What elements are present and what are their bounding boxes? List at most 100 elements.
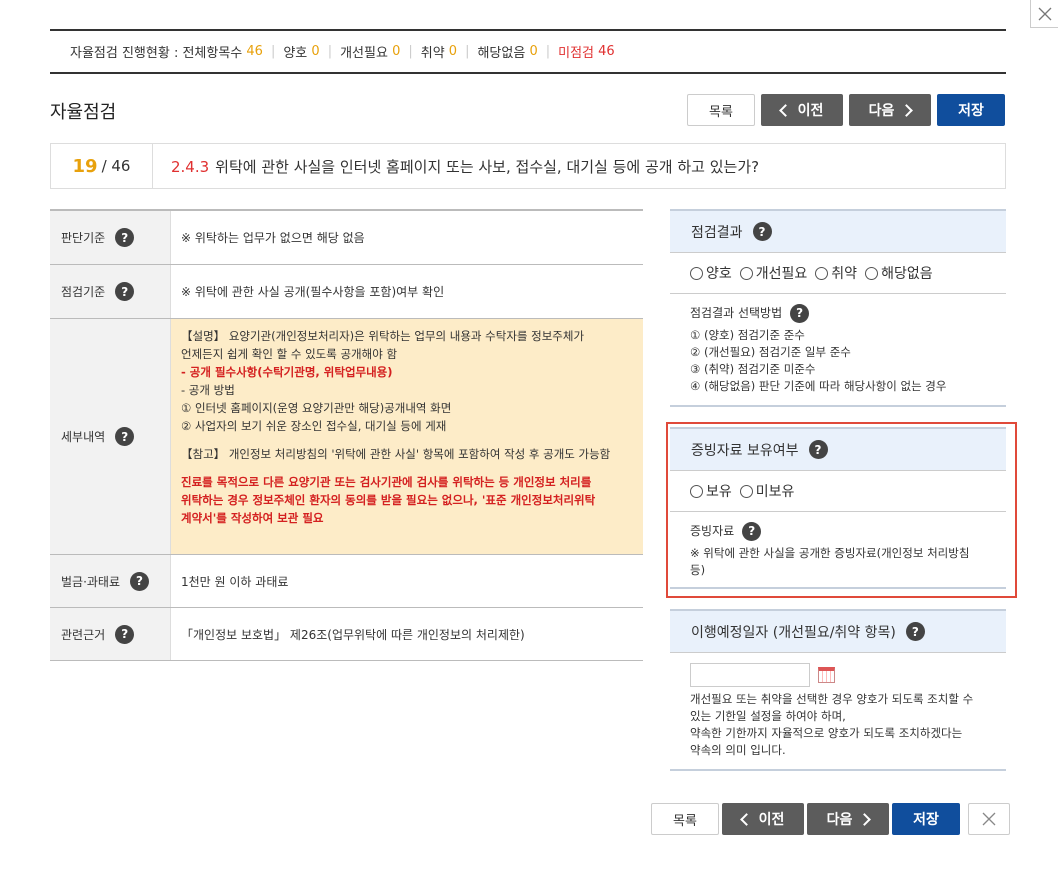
- close-icon: [1038, 7, 1051, 20]
- detail-line: ② 사업자의 보기 쉬운 장소인 접수실, 대기실 등에 게재: [181, 419, 447, 433]
- list-button-top[interactable]: 목록: [687, 94, 755, 126]
- help-icon[interactable]: ?: [752, 222, 772, 241]
- detail-warning-line: 위탁하는 경우 정보주체인 환자의 동의를 받을 필요는 없으나, '표준 개인…: [181, 493, 596, 507]
- radio-icon: [690, 266, 703, 280]
- due-note-line: 있는 기한일 설정을 하여야 하며,: [690, 709, 846, 723]
- method-line: ④ (해당없음) 판단 기준에 따라 해당사항이 없는 경우: [690, 379, 947, 393]
- method-line: ② (개선필요) 점검기준 일부 준수: [690, 345, 851, 359]
- table-row: 판단기준? ※ 위탁하는 업무가 없으면 해당 없음: [50, 211, 643, 265]
- evidence-option-no[interactable]: 미보유: [739, 481, 795, 501]
- evidence-sub-title-row: 증빙자료?: [690, 522, 986, 541]
- evidence-option-yes[interactable]: 보유: [690, 481, 732, 501]
- row-header: 벌금·과태료?: [50, 555, 171, 607]
- radio-label: 보유: [706, 484, 732, 500]
- next-button-top[interactable]: 다음: [849, 94, 931, 126]
- status-weak-label: 취약: [420, 46, 445, 61]
- prev-button-label: 이전: [797, 103, 824, 119]
- prev-button-bottom[interactable]: 이전: [722, 803, 804, 835]
- result-section: 점검결과? 양호 개선필요 취약 해당없음 점검결과 선택방법? ① (양호) …: [670, 209, 1006, 407]
- list-button-bottom[interactable]: 목록: [651, 803, 719, 835]
- penalty-value: 1천만 원 이하 과태료: [181, 574, 289, 589]
- next-button-label: 다음: [868, 103, 895, 119]
- progress-status-bar: 자율점검 진행현황 : 전체항목수 46 | 양호 0 | 개선필요 0 | 취…: [50, 29, 1006, 74]
- criterion-value: ※ 위탁하는 업무가 없으면 해당 없음: [181, 231, 365, 245]
- row-header: 판단기준?: [50, 211, 171, 264]
- evidence-detail: 증빙자료? ※ 위탁에 관한 사실을 공개한 증빙자료(개인정보 처리방침 등): [670, 512, 1006, 587]
- result-option-improve[interactable]: 개선필요: [739, 263, 807, 283]
- close-button-bottom[interactable]: [968, 803, 1010, 835]
- due-note-line: 약속의 의미 입니다.: [690, 743, 786, 757]
- next-button-label: 다음: [826, 812, 853, 828]
- result-radio-group: 양호 개선필요 취약 해당없음: [670, 253, 1006, 294]
- list-button-label: 목록: [673, 813, 697, 829]
- prev-button-top[interactable]: 이전: [761, 94, 843, 126]
- save-button-bottom[interactable]: 저장: [892, 803, 960, 835]
- row-header: 관련근거?: [50, 608, 171, 660]
- row-header: 세부내역?: [50, 319, 171, 554]
- table-row: 세부내역? 【설명】 요양기관(개인정보처리자)은 위탁하는 업무의 내용과 수…: [50, 319, 643, 555]
- evidence-title: 증빙자료 보유여부: [691, 442, 799, 459]
- chevron-right-icon: [858, 812, 872, 826]
- status-weak: 0: [448, 44, 458, 59]
- save-button-top[interactable]: 저장: [937, 94, 1005, 126]
- result-option-weak[interactable]: 취약: [815, 263, 857, 283]
- help-icon[interactable]: ?: [808, 440, 828, 459]
- check-value: ※ 위탁에 관한 사실 공개(필수사항을 포함)여부 확인: [181, 285, 445, 299]
- criterion-label: 판단기준: [61, 231, 106, 245]
- window-close-button[interactable]: [1030, 0, 1058, 28]
- radio-icon: [815, 266, 829, 280]
- help-icon[interactable]: ?: [130, 571, 150, 591]
- detail-line: - 공개 방법: [181, 383, 235, 397]
- evidence-section: 증빙자료 보유여부? 보유 미보유 증빙자료? ※ 위탁에 관한 사실을 공개한…: [670, 427, 1006, 589]
- status-na-label: 해당없음: [477, 46, 526, 61]
- help-icon[interactable]: ?: [115, 427, 135, 446]
- status-unchecked: 46: [598, 44, 615, 59]
- result-option-na[interactable]: 해당없음: [865, 263, 933, 283]
- detail-warning-line: 계약서'를 작성하여 보관 필요: [181, 511, 324, 525]
- question-header: 19 / 46 2.4.3 위탁에 관한 사실을 인터넷 홈페이지 또는 사보, …: [50, 143, 1006, 189]
- help-icon[interactable]: ?: [115, 282, 135, 301]
- row-header: 점검기준?: [50, 265, 171, 318]
- table-row: 벌금·과태료? 1천만 원 이하 과태료: [50, 555, 643, 608]
- detail-line: 【참고】 개인정보 처리방침의 '위탁에 관한 사실' 항목에 포함하여 작성 …: [181, 447, 611, 461]
- close-icon: [982, 812, 996, 826]
- help-icon[interactable]: ?: [115, 228, 135, 247]
- method-line: ③ (취약) 점검기준 미준수: [690, 362, 816, 376]
- list-button-label: 목록: [709, 104, 733, 120]
- chevron-left-icon: [778, 103, 792, 117]
- due-date-input[interactable]: [690, 663, 810, 687]
- help-icon[interactable]: ?: [742, 522, 762, 541]
- radio-icon: [690, 484, 703, 498]
- radio-label: 양호: [706, 266, 732, 282]
- result-title: 점검결과: [691, 224, 743, 241]
- method-line: ① (양호) 점검기준 준수: [690, 328, 805, 342]
- radio-label: 미보유: [755, 484, 795, 500]
- help-icon[interactable]: ?: [115, 624, 135, 644]
- radio-label: 해당없음: [881, 266, 933, 282]
- evidence-sub-title: 증빙자료: [690, 524, 735, 538]
- save-button-label: 저장: [958, 103, 984, 119]
- status-improve-label: 개선필요: [340, 46, 388, 61]
- result-header: 점검결과?: [670, 211, 1006, 253]
- prev-button-label: 이전: [758, 812, 785, 828]
- help-icon[interactable]: ?: [790, 304, 810, 323]
- radio-label: 취약: [831, 266, 858, 282]
- detail-label: 세부내역: [61, 430, 106, 444]
- detail-line: ① 인터넷 홈페이지(운영 요양기관만 해당)공개내역 화면: [181, 401, 452, 415]
- result-method: 점검결과 선택방법? ① (양호) 점검기준 준수 ② (개선필요) 점검기준 …: [670, 294, 1006, 405]
- criteria-table: 판단기준? ※ 위탁하는 업무가 없으면 해당 없음 점검기준? ※ 위탁에 관…: [50, 209, 643, 661]
- due-header: 이행예정일자 (개선필요/취약 항목)?: [670, 611, 1006, 653]
- help-icon[interactable]: ?: [905, 622, 925, 641]
- penalty-label: 벌금·과태료: [61, 574, 121, 589]
- check-label: 점검기준: [61, 285, 106, 299]
- detail-line: - 공개 필수사항(수탁기관명, 위탁업무내용): [181, 365, 393, 379]
- result-option-good[interactable]: 양호: [690, 263, 732, 283]
- status-good: 0: [311, 44, 320, 59]
- radio-icon: [739, 484, 753, 498]
- question-text: 2.4.3 위탁에 관한 사실을 인터넷 홈페이지 또는 사보, 접수실, 대기실…: [153, 156, 759, 177]
- evidence-radio-group: 보유 미보유: [670, 471, 1006, 512]
- bottom-toolbar: 목록 이전 다음 저장: [651, 803, 1010, 835]
- question-total: / 46: [101, 157, 131, 175]
- calendar-icon[interactable]: [817, 667, 835, 683]
- next-button-bottom[interactable]: 다음: [807, 803, 889, 835]
